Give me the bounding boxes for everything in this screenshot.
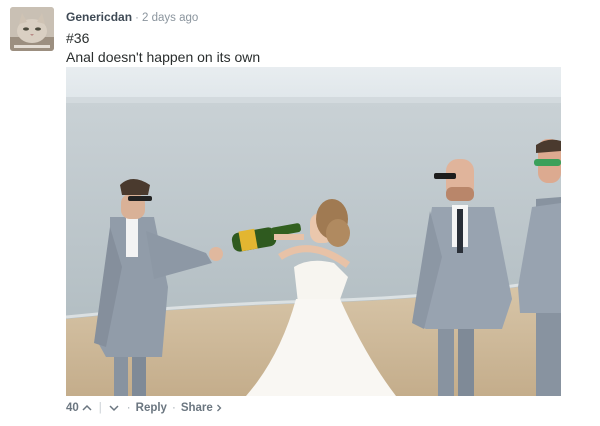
- comment-image[interactable]: [66, 67, 561, 396]
- cat-avatar-icon: [10, 7, 54, 51]
- comment-footer: 40 | · Reply · Share: [66, 400, 225, 416]
- chevron-right-icon: [216, 404, 222, 412]
- chevron-up-icon: [82, 404, 92, 411]
- footer-separator: ·: [171, 402, 176, 414]
- comment-line-text: Anal doesn't happen on its own: [66, 49, 261, 65]
- upvote-button[interactable]: [82, 404, 92, 412]
- username-link[interactable]: Genericdan: [66, 10, 132, 24]
- share-chevron[interactable]: [216, 404, 222, 412]
- comment-meta: Genericdan · 2 days ago: [66, 9, 198, 25]
- timestamp[interactable]: 2 days ago: [142, 12, 198, 24]
- reply-link[interactable]: Reply: [136, 400, 167, 416]
- comment-body: #36 Anal doesn't happen on its own: [66, 29, 566, 67]
- vote-divider: |: [98, 402, 102, 414]
- meta-separator: ·: [135, 10, 140, 24]
- beach-wedding-photo-icon: [66, 67, 561, 396]
- footer-separator: ·: [126, 402, 131, 414]
- downvote-button[interactable]: [109, 404, 119, 412]
- comment-line-number: #36: [66, 30, 90, 46]
- share-link[interactable]: Share: [181, 400, 213, 416]
- avatar[interactable]: [10, 7, 54, 51]
- vote-count: 40: [66, 402, 79, 414]
- chevron-down-icon: [109, 405, 119, 412]
